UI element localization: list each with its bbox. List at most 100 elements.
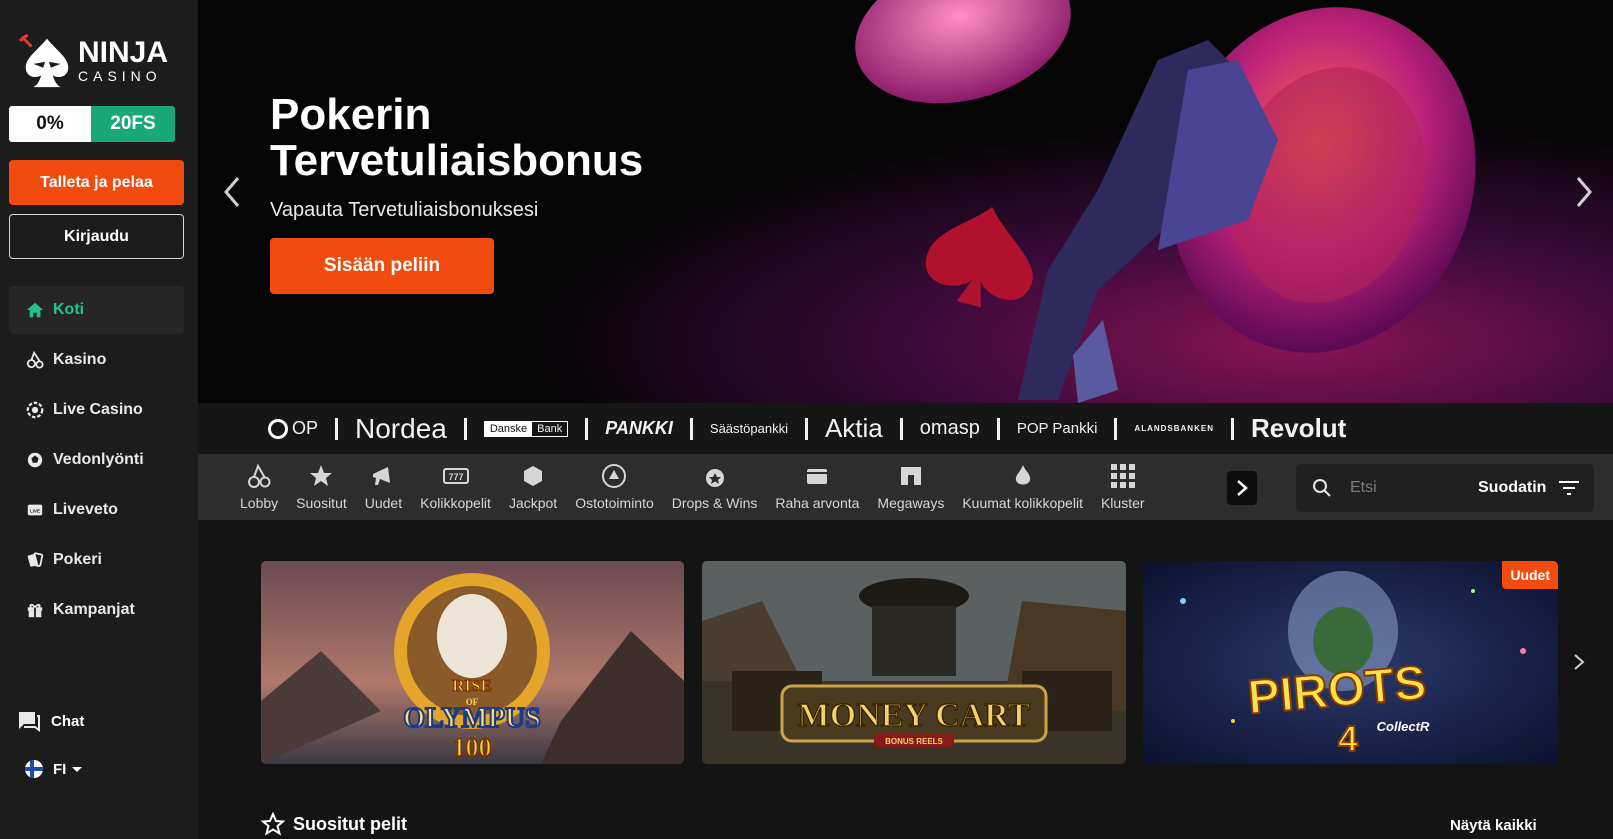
bank-poppankki-logo: POP Pankki	[1016, 420, 1098, 437]
bank-aktia-logo: Aktia	[824, 413, 883, 443]
gift-icon	[27, 603, 43, 618]
bonus-promo[interactable]: 0% 20FS	[9, 106, 175, 142]
ball-icon	[27, 452, 43, 468]
nav-item-liveveto[interactable]: LIVE Liveveto	[9, 486, 184, 534]
category-label: Kuumat kolikkopelit	[962, 495, 1083, 511]
hero-banner: Pokerin Tervetuliaisbonus Vapauta Tervet…	[198, 0, 1613, 403]
bank-omasp-logo: omasp	[919, 417, 980, 439]
home-icon	[26, 302, 44, 318]
nav-item-kasino[interactable]: Kasino	[9, 336, 184, 384]
category-label: Raha arvonta	[775, 495, 860, 511]
game-title: 4	[1338, 718, 1358, 759]
new-badge: Uudet	[1502, 561, 1558, 589]
chevron-down-icon	[72, 766, 83, 772]
nav-label: Pokeri	[53, 551, 102, 568]
chevron-right-icon[interactable]	[1568, 172, 1598, 212]
deposit-button[interactable]: Talleta ja pelaa	[9, 160, 184, 205]
category-next-button[interactable]	[1227, 471, 1257, 505]
nav-label: Kampanjat	[53, 601, 135, 618]
bank-alandsbanken-logo: ALANDSBANKEN	[1134, 424, 1214, 433]
category-label: Megaways	[877, 495, 945, 511]
filter-icon	[1559, 481, 1580, 495]
chevron-left-icon[interactable]	[218, 172, 248, 212]
language-code: FI	[53, 760, 67, 778]
category-megaways[interactable]: Megaways	[868, 454, 953, 520]
category-label: Kolikkopelit	[420, 495, 491, 511]
language-selector[interactable]: FI	[25, 760, 83, 778]
chevron-right-icon[interactable]	[1571, 652, 1587, 672]
category-jackpot[interactable]: Jackpot	[500, 454, 566, 520]
game-subtitle: BONUS REELS	[885, 737, 943, 746]
logo-line2: CASINO	[78, 67, 162, 84]
category-bar: Lobby Suositut Uudet 777 Kolikkopelit Ja…	[198, 454, 1613, 520]
game-title: 100	[453, 733, 492, 762]
nav-label: Vedonlyönti	[53, 451, 144, 468]
bank-saastopankki-logo: Säästöpankki	[709, 421, 788, 436]
logo-line1: NINJA	[78, 35, 169, 69]
search-input[interactable]	[1350, 479, 1460, 497]
game-artwork: RISE OF OLYMPUS 100	[261, 561, 684, 764]
game-tile-rise-of-olympus[interactable]: RISE OF OLYMPUS 100	[261, 561, 684, 764]
sidebar: NINJA CASINO 0% 20FS Talleta ja pelaa Ki…	[0, 0, 198, 839]
game-title: RISE	[452, 676, 492, 695]
promo-percent: 0%	[9, 106, 91, 142]
cherries-icon	[26, 351, 44, 369]
login-button[interactable]: Kirjaudu	[9, 214, 184, 259]
category-uudet[interactable]: Uudet	[356, 454, 411, 520]
bank-s-pankki-logo: PANKKI	[605, 418, 673, 438]
hero-cta-button[interactable]: Sisään peliin	[270, 238, 494, 294]
payment-providers: OP Nordea Danske Bank PANKKI Säästöpankki…	[198, 403, 1613, 454]
search-icon	[1313, 479, 1331, 497]
nav-item-pokeri[interactable]: Pokeri	[9, 536, 184, 584]
svg-text:LIVE: LIVE	[30, 508, 40, 513]
jackpot-icon	[524, 466, 543, 486]
nav-item-koti[interactable]: Koti	[9, 286, 184, 334]
popular-games-heading: Suositut pelit	[261, 812, 407, 836]
main-nav: Koti Kasino Live Casino Vedonlyönti LIVE…	[9, 286, 184, 636]
nav-label: Liveveto	[53, 501, 118, 518]
category-lobby[interactable]: Lobby	[231, 454, 287, 520]
cherries-icon	[248, 463, 271, 488]
see-all-link[interactable]: Näytä kaikki	[1450, 817, 1537, 834]
category-raha-arvonta[interactable]: Raha arvonta	[766, 454, 868, 520]
category-kolikkopelit[interactable]: 777 Kolikkopelit	[411, 454, 500, 520]
chat-button[interactable]: Chat	[17, 710, 84, 732]
game-artwork: PIROTS 4 CollectR	[1143, 561, 1558, 764]
filter-button[interactable]: Suodatin	[1478, 479, 1580, 497]
bank-nordea-logo: Nordea	[355, 412, 447, 444]
nav-label: Koti	[53, 301, 85, 318]
promo-freespins: 20FS	[91, 106, 175, 142]
hero-subtitle: Vapauta Tervetuliaisbonuksesi	[270, 199, 539, 221]
category-label: Ostotoiminto	[575, 495, 654, 511]
slot-icon: 777	[442, 468, 469, 484]
nav-item-live-casino[interactable]: Live Casino	[9, 386, 184, 434]
bank-revolut-logo: Revolut	[1250, 413, 1347, 443]
nav-item-kampanjat[interactable]: Kampanjat	[9, 586, 184, 634]
megaphone-icon	[373, 467, 391, 485]
game-title: OLYMPUS	[403, 703, 540, 734]
section-title: Suositut pelit	[293, 813, 407, 834]
bank-danske-logo: Danske Bank	[483, 420, 569, 437]
nav-item-vedonlyonti[interactable]: Vedonlyönti	[9, 436, 184, 484]
logo[interactable]: NINJA CASINO	[18, 30, 178, 90]
flame-icon	[1015, 465, 1030, 485]
category-list: Lobby Suositut Uudet 777 Kolikkopelit Ja…	[231, 454, 1154, 520]
category-suositut[interactable]: Suositut	[287, 454, 356, 520]
ninja-logo-icon	[19, 33, 69, 88]
category-kuumat-kolikkopelit[interactable]: Kuumat kolikkopelit	[953, 454, 1092, 520]
category-ostotoiminto[interactable]: Ostotoiminto	[566, 454, 663, 520]
cards-icon	[27, 552, 44, 567]
category-label: Drops & Wins	[671, 495, 758, 511]
nav-label: Live Casino	[53, 401, 143, 418]
buy-icon	[602, 464, 627, 488]
category-drops-wins[interactable]: Drops & Wins	[663, 454, 767, 520]
wallet-icon	[807, 469, 828, 484]
category-kluster[interactable]: Kluster	[1092, 454, 1154, 520]
drops-icon	[705, 469, 724, 487]
bank-op-logo: OP	[268, 418, 318, 439]
game-title: MONEY CART	[798, 697, 1031, 734]
category-label: Kluster	[1100, 495, 1145, 511]
game-tile-pirots-4[interactable]: PIROTS 4 CollectR Uudet	[1143, 561, 1558, 764]
game-tile-money-cart[interactable]: MONEY CART BONUS REELS	[702, 561, 1126, 764]
grid-icon	[1110, 464, 1135, 488]
